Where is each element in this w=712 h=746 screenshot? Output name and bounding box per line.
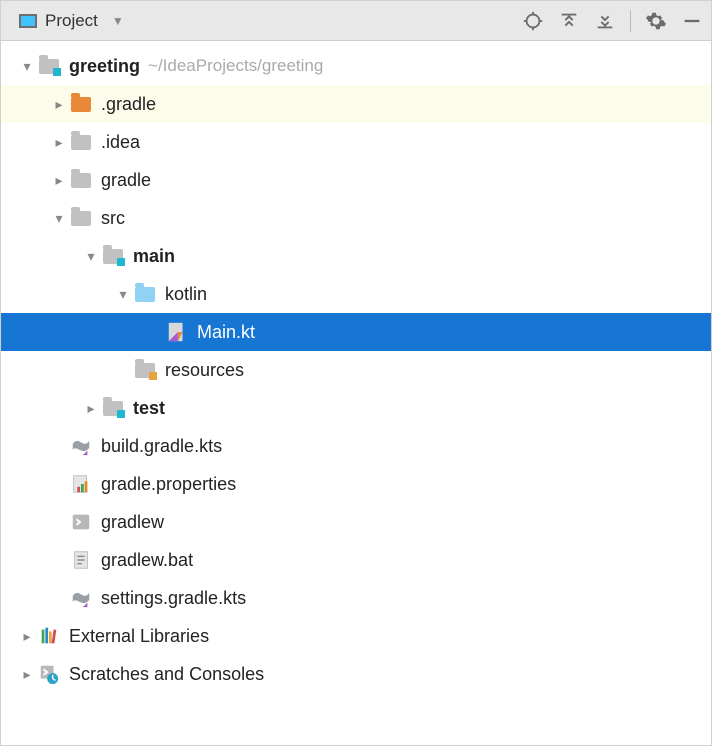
tree-item-gradle-properties[interactable]: ▸ gradle.properties <box>1 465 711 503</box>
tree-label: build.gradle.kts <box>101 436 222 457</box>
module-folder-icon <box>101 244 125 268</box>
chevron-right-icon[interactable]: ▸ <box>81 400 101 417</box>
tree-item-src[interactable]: ▾ src <box>1 199 711 237</box>
minimize-icon[interactable] <box>681 10 703 32</box>
tree-label: .gradle <box>101 94 156 115</box>
folder-icon <box>69 130 93 154</box>
tree-item-kotlin[interactable]: ▾ kotlin <box>1 275 711 313</box>
kotlin-file-icon <box>165 320 189 344</box>
tree-root-greeting[interactable]: ▾ greeting ~/IdeaProjects/greeting <box>1 47 711 85</box>
chevron-down-icon: ▼ <box>112 14 124 28</box>
folder-icon <box>69 206 93 230</box>
tree-item-gradlew[interactable]: ▸ gradlew <box>1 503 711 541</box>
scratches-icon <box>37 662 61 686</box>
tree-item-settings-gradle[interactable]: ▸ settings.gradle.kts <box>1 579 711 617</box>
chevron-right-icon[interactable]: ▸ <box>17 628 37 645</box>
tree-item-test[interactable]: ▸ test <box>1 389 711 427</box>
gradle-kts-icon <box>69 586 93 610</box>
tree-item-scratches[interactable]: ▸ Scratches and Consoles <box>1 655 711 693</box>
tree-label: gradlew <box>101 512 164 533</box>
resources-folder-icon <box>133 358 157 382</box>
tree-label: greeting <box>69 56 140 77</box>
chevron-down-icon[interactable]: ▾ <box>81 248 101 265</box>
project-view-selector[interactable]: Project ▼ <box>19 11 522 31</box>
tree-item-main[interactable]: ▾ main <box>1 237 711 275</box>
chevron-down-icon[interactable]: ▾ <box>113 286 133 303</box>
tree-label: main <box>133 246 175 267</box>
tree-label: gradlew.bat <box>101 550 193 571</box>
tree-label: settings.gradle.kts <box>101 588 246 609</box>
libraries-icon <box>37 624 61 648</box>
tree-label: gradle <box>101 170 151 191</box>
excluded-folder-icon <box>69 92 93 116</box>
properties-file-icon <box>69 472 93 496</box>
tree-label: External Libraries <box>69 626 209 647</box>
tree-item-gradle-hidden[interactable]: ▸ .gradle <box>1 85 711 123</box>
tree-item-external-libraries[interactable]: ▸ External Libraries <box>1 617 711 655</box>
tree-item-gradlew-bat[interactable]: ▸ gradlew.bat <box>1 541 711 579</box>
tree-label: kotlin <box>165 284 207 305</box>
tree-item-main-kt[interactable]: ▸ Main.kt <box>1 313 711 351</box>
folder-icon <box>69 168 93 192</box>
tree-item-gradle[interactable]: ▸ gradle <box>1 161 711 199</box>
tree-label: gradle.properties <box>101 474 236 495</box>
tree-label: Main.kt <box>197 322 255 343</box>
tree-label: .idea <box>101 132 140 153</box>
tree-label: test <box>133 398 165 419</box>
project-panel-icon <box>19 14 37 28</box>
chevron-down-icon[interactable]: ▾ <box>49 210 69 227</box>
project-view-title: Project <box>45 11 98 31</box>
settings-icon[interactable] <box>645 10 667 32</box>
tree-item-resources[interactable]: ▸ resources <box>1 351 711 389</box>
chevron-down-icon[interactable]: ▾ <box>17 58 37 75</box>
tree-label: resources <box>165 360 244 381</box>
collapse-all-icon[interactable] <box>594 10 616 32</box>
gradle-kts-icon <box>69 434 93 458</box>
tree-label: Scratches and Consoles <box>69 664 264 685</box>
source-folder-icon <box>133 282 157 306</box>
tree-item-build-gradle[interactable]: ▸ build.gradle.kts <box>1 427 711 465</box>
shell-script-icon <box>69 510 93 534</box>
project-tree: ▾ greeting ~/IdeaProjects/greeting ▸ .gr… <box>1 41 711 693</box>
locate-icon[interactable] <box>522 10 544 32</box>
module-folder-icon <box>101 396 125 420</box>
text-file-icon <box>69 548 93 572</box>
chevron-right-icon[interactable]: ▸ <box>49 96 69 113</box>
project-toolbar: Project ▼ <box>1 1 711 41</box>
module-folder-icon <box>37 54 61 78</box>
expand-all-icon[interactable] <box>558 10 580 32</box>
chevron-right-icon[interactable]: ▸ <box>49 172 69 189</box>
separator <box>630 10 631 32</box>
tree-path: ~/IdeaProjects/greeting <box>148 56 323 76</box>
chevron-right-icon[interactable]: ▸ <box>17 666 37 683</box>
tree-label: src <box>101 208 125 229</box>
tree-item-idea[interactable]: ▸ .idea <box>1 123 711 161</box>
chevron-right-icon[interactable]: ▸ <box>49 134 69 151</box>
